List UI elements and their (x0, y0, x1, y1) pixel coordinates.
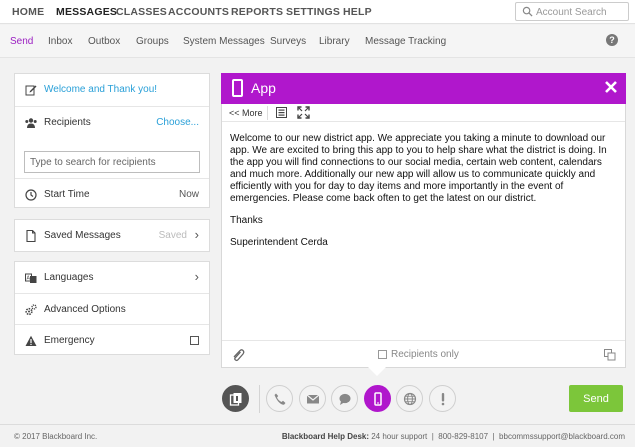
nav-classes[interactable]: CLASSES (116, 6, 167, 18)
languages-row[interactable]: A Languages › (15, 262, 209, 293)
start-time-row[interactable]: Start Time Now (15, 179, 209, 210)
advanced-options-row[interactable]: Advanced Options (15, 294, 209, 325)
source-view-icon[interactable] (275, 106, 288, 119)
help-icon[interactable]: ? (606, 34, 618, 46)
maximize-icon[interactable] (297, 106, 310, 119)
chevron-right-icon: › (194, 269, 199, 284)
app-message-panel: App << More Welcome to our new district … (221, 73, 626, 368)
more-toolbar-button[interactable]: << More (229, 108, 263, 118)
sms-icon (339, 393, 351, 405)
recipients-only-checkbox[interactable] (378, 350, 387, 359)
language-icon: A (25, 273, 37, 283)
gears-icon (25, 304, 37, 316)
active-channel-pointer (368, 367, 386, 376)
alert-icon (441, 393, 445, 406)
subnav-library[interactable]: Library (319, 36, 350, 47)
languages-label: Languages (44, 272, 94, 283)
nav-home[interactable]: HOME (12, 6, 44, 18)
sub-navigation: Send Inbox Outbox Groups System Messages… (0, 25, 635, 58)
alert-channel-button[interactable] (429, 385, 456, 412)
message-title-row[interactable]: Welcome and Thank you! (15, 74, 209, 105)
nav-help[interactable]: HELP (343, 6, 372, 18)
saved-status: Saved (158, 230, 187, 241)
search-icon (522, 6, 533, 17)
channel-overview-icon (229, 393, 242, 406)
recipients-only-label: Recipients only (391, 349, 459, 360)
app-icon (374, 392, 382, 406)
paperclip-icon[interactable] (231, 348, 245, 362)
subnav-surveys[interactable]: Surveys (270, 36, 306, 47)
subnav-message-tracking[interactable]: Message Tracking (365, 36, 446, 47)
subnav-send[interactable]: Send (10, 36, 33, 47)
send-button[interactable]: Send (569, 385, 623, 412)
globe-icon (403, 392, 417, 406)
edit-icon (25, 85, 37, 96)
start-time-value: Now (178, 189, 199, 200)
help-desk-label: Blackboard Help Desk: (281, 432, 369, 441)
top-navigation: HOME MESSAGES CLASSES ACCOUNTS REPORTS S… (0, 0, 635, 24)
recipients-search-input[interactable] (24, 151, 200, 173)
message-signature: Superintendent Cerda (230, 237, 328, 248)
help-desk-phone: 800-829-8107 (438, 432, 489, 441)
page-footer: © 2017 Blackboard Inc. Blackboard Help D… (0, 424, 635, 447)
users-icon (25, 118, 37, 128)
nav-reports[interactable]: REPORTS (231, 6, 283, 18)
email-icon (306, 394, 320, 404)
help-desk-email-link[interactable]: bbcommssupport@blackboard.com (499, 432, 625, 441)
account-search-input[interactable] (536, 5, 626, 19)
web-channel-button[interactable] (396, 385, 423, 412)
sms-channel-button[interactable] (331, 385, 358, 412)
options-panel: A Languages › Advanced Options Emergency (14, 261, 210, 355)
recipients-row: Recipients Choose... (15, 107, 209, 138)
channel-overview-button[interactable] (222, 385, 249, 412)
emergency-label: Emergency (44, 335, 95, 346)
app-channel-button[interactable] (364, 385, 391, 412)
message-setup-panel: Welcome and Thank you! Recipients Choose… (14, 73, 210, 208)
channel-divider (259, 385, 260, 413)
chevron-right-icon: › (194, 227, 199, 242)
message-body-paragraph: Welcome to our new district app. We appr… (230, 133, 607, 204)
saved-messages-row[interactable]: Saved Messages Saved › (15, 220, 209, 251)
editor-toolbar: << More (222, 104, 625, 122)
app-panel-header: App (221, 73, 626, 104)
subnav-groups[interactable]: Groups (136, 36, 169, 47)
editor-footer: Recipients only (222, 340, 625, 368)
email-channel-button[interactable] (299, 385, 326, 412)
emergency-checkbox[interactable] (190, 336, 199, 345)
app-panel-title: App (251, 80, 276, 96)
start-time-label: Start Time (44, 189, 90, 200)
message-editor[interactable]: Welcome to our new district app. We appr… (230, 133, 618, 259)
nav-accounts[interactable]: ACCOUNTS (168, 6, 229, 18)
advanced-options-label: Advanced Options (44, 304, 126, 315)
document-icon (26, 230, 36, 242)
nav-messages[interactable]: MESSAGES (56, 6, 117, 18)
mobile-phone-icon (232, 79, 243, 97)
toolbar-divider (267, 106, 268, 120)
choose-recipients-link[interactable]: Choose... (156, 117, 199, 128)
saved-messages-panel: Saved Messages Saved › (14, 219, 210, 252)
clock-icon (25, 189, 37, 201)
subnav-outbox[interactable]: Outbox (88, 36, 120, 47)
emergency-row: Emergency (15, 325, 209, 356)
close-icon[interactable] (604, 80, 618, 94)
svg-text:A: A (27, 276, 31, 282)
subnav-inbox[interactable]: Inbox (48, 36, 72, 47)
warning-icon (25, 335, 37, 346)
help-desk-info: Blackboard Help Desk: 24 hour support | … (281, 432, 625, 441)
copyright-text: © 2017 Blackboard Inc. (14, 432, 98, 441)
help-desk-hours: 24 hour support (371, 432, 428, 441)
nav-settings[interactable]: SETTINGS (286, 6, 340, 18)
recipients-label: Recipients (44, 117, 91, 128)
message-body-paragraph: Thanks (230, 215, 263, 226)
phone-icon (274, 393, 286, 405)
message-title: Welcome and Thank you! (44, 84, 158, 95)
copy-icon[interactable] (604, 349, 616, 361)
account-search[interactable] (515, 2, 629, 21)
saved-messages-label: Saved Messages (44, 230, 121, 241)
voice-channel-button[interactable] (266, 385, 293, 412)
subnav-system-messages[interactable]: System Messages (183, 36, 265, 47)
